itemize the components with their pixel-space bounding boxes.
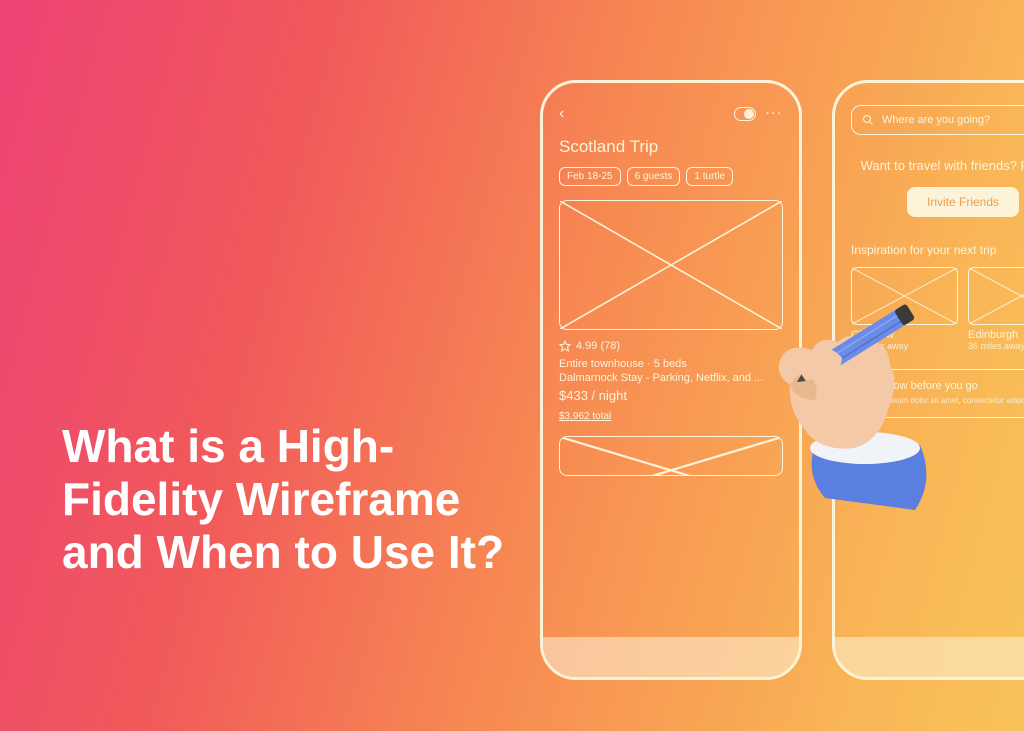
search-placeholder: Where are you going? [882, 114, 990, 126]
price: $433 / night [559, 388, 783, 403]
hero-canvas: What is a High-Fidelity Wireframe and Wh… [0, 0, 1024, 731]
image-placeholder-2 [559, 436, 783, 476]
cta-block: Want to travel with friends? Perfect. In… [851, 157, 1024, 217]
phone-mockups: ‹ ··· Scotland Trip Feb 18-25 6 guests 1… [540, 80, 1024, 680]
card-sub: 36 miles away [968, 341, 1024, 351]
invite-button[interactable]: Invite Friends [907, 187, 1019, 217]
phone-home-bar [543, 637, 799, 677]
listing-type: Entire townhouse · 5 beds [559, 358, 783, 370]
cta-text: Want to travel with friends? Perfect. [851, 157, 1024, 175]
inspiration-cards: Glasgow 24 miles away Edinburgh 36 miles… [851, 267, 1024, 351]
more-icon[interactable]: ··· [766, 108, 783, 120]
card-2[interactable]: Edinburgh 36 miles away [968, 267, 1024, 351]
rating-text: 4.99 (78) [576, 340, 620, 352]
chip-dates[interactable]: Feb 18-25 [559, 167, 621, 186]
chip-pets[interactable]: 1 turtle [686, 167, 733, 186]
trip-title: Scotland Trip [559, 137, 783, 157]
filter-chips: Feb 18-25 6 guests 1 turtle [559, 167, 783, 186]
chip-guests[interactable]: 6 guests [627, 167, 681, 186]
info-title: Know before you go [880, 380, 978, 392]
section-label: Inspiration for your next trip [851, 243, 1024, 257]
back-icon[interactable]: ‹ [559, 105, 564, 123]
topbar: ‹ ··· [559, 105, 783, 123]
info-icon [862, 380, 874, 392]
search-input[interactable]: Where are you going? [851, 105, 1024, 135]
hero-headline: What is a High-Fidelity Wireframe and Wh… [62, 420, 522, 579]
phone-frame-1: ‹ ··· Scotland Trip Feb 18-25 6 guests 1… [540, 80, 802, 680]
info-box: Know before you go Lorem ipsum dolor sit… [851, 369, 1024, 417]
card-title: Glasgow [851, 329, 958, 341]
phone-home-bar [835, 637, 1024, 677]
search-icon [862, 114, 874, 126]
phone-frame-2: Where are you going? Want to travel with… [832, 80, 1024, 680]
rating-row: 4.99 (78) [559, 340, 783, 352]
card-sub: 24 miles away [851, 341, 958, 351]
image-placeholder [559, 200, 783, 330]
listing-name: Dalmarnock Stay - Parking, Netflix, and … [559, 372, 783, 384]
avatar-icon[interactable] [734, 107, 756, 121]
star-icon [559, 340, 571, 352]
total-price[interactable]: $3,962 total [559, 411, 783, 422]
info-body: Lorem ipsum dolor sit amet, consectetur … [862, 396, 1024, 406]
card-1[interactable]: Glasgow 24 miles away [851, 267, 958, 351]
card-title: Edinburgh [968, 329, 1024, 341]
